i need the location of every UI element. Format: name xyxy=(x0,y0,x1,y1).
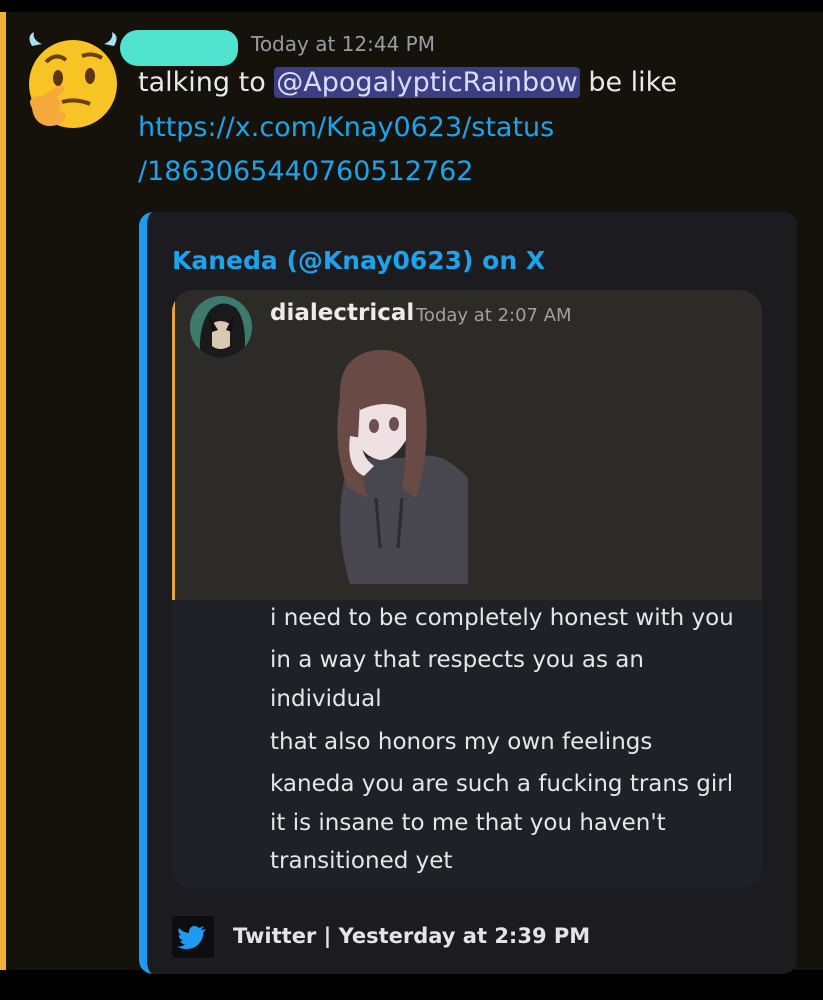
avatar[interactable] xyxy=(18,32,128,132)
message-text: talking to @ApogalypticRainbow be like xyxy=(138,67,677,98)
quoted-post-accent-bar xyxy=(172,290,175,600)
quoted-author-avatar xyxy=(190,296,252,358)
embed-title[interactable]: Kaneda (@Knay0623) on X xyxy=(172,246,545,275)
message-link-part1[interactable]: https://x.com/Knay0623/status xyxy=(138,112,554,143)
quoted-line-3: individual xyxy=(270,686,382,712)
link-embed: Kaneda (@Knay0623) on X dialectrical Tod… xyxy=(139,212,797,974)
username-redacted[interactable] xyxy=(120,30,238,66)
mention-highlight-bar xyxy=(0,12,6,970)
quoted-author-avatar-art xyxy=(190,296,252,358)
quoted-line-6: it is insane to me that you haven't xyxy=(270,810,666,836)
quoted-line-4: that also honors my own feelings xyxy=(270,729,653,755)
quoted-line-7: transitioned yet xyxy=(270,848,453,874)
message-text-before: talking to xyxy=(138,67,275,98)
user-mention[interactable]: @ApogalypticRainbow xyxy=(274,67,580,98)
embedded-image[interactable]: dialectrical Today at 2:07 AM i need to … xyxy=(172,290,762,888)
quoted-line-1: i need to be completely honest with you xyxy=(270,605,734,631)
quoted-post-timestamp: Today at 2:07 AM xyxy=(416,305,572,326)
message-text-after: be like xyxy=(579,67,677,98)
quoted-line-2: in a way that respects you as an xyxy=(270,647,644,673)
anime-girl-image xyxy=(337,349,468,584)
quoted-author-name: dialectrical xyxy=(270,300,415,326)
quoted-line-5: kaneda you are such a fucking trans girl xyxy=(270,771,734,797)
message-container: Today at 12:44 PM talking to @Apogalypti… xyxy=(0,12,823,974)
quoted-post-header: dialectrical Today at 2:07 AM xyxy=(172,290,762,600)
thinking-face-icon xyxy=(29,40,117,128)
message-timestamp: Today at 12:44 PM xyxy=(251,32,435,56)
twitter-bird-icon xyxy=(172,916,214,958)
message-link-part2[interactable]: /1863065440760512762 xyxy=(138,156,473,187)
embed-footer: Twitter | Yesterday at 2:39 PM xyxy=(233,924,591,948)
